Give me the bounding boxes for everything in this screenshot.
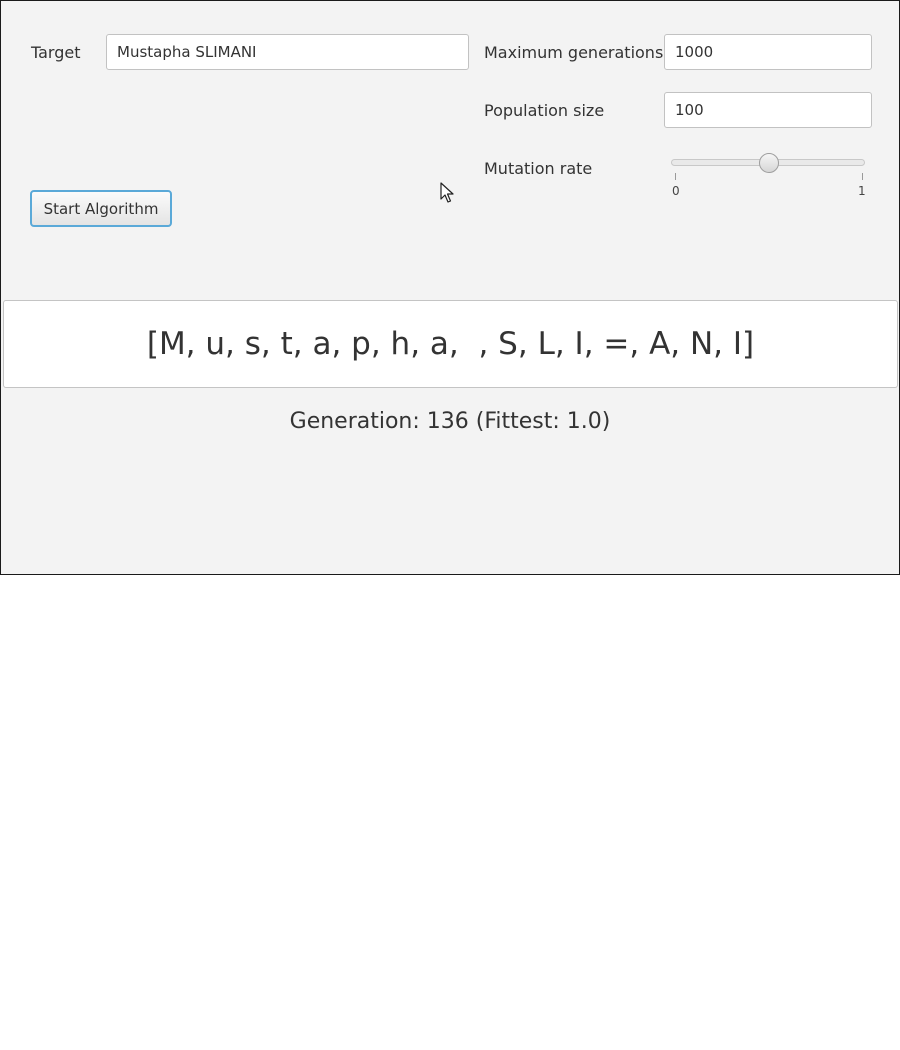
mouse-pointer-icon	[440, 182, 454, 203]
chromosome-text: [M, u, s, t, a, p, h, a, , S, L, I, =, A…	[146, 326, 755, 362]
mutation-rate-slider[interactable]: 0 1	[671, 151, 866, 199]
chromosome-display: [M, u, s, t, a, p, h, a, , S, L, I, =, A…	[3, 300, 898, 388]
slider-tick-max	[862, 173, 863, 180]
start-algorithm-button[interactable]: Start Algorithm	[30, 190, 172, 227]
slider-tick-min	[675, 173, 676, 180]
genetic-algorithm-window: Target Maximum generations Population si…	[0, 0, 900, 575]
max-generations-label: Maximum generations	[484, 43, 664, 62]
target-label: Target	[31, 43, 81, 62]
target-input[interactable]	[106, 34, 469, 70]
mutation-rate-label: Mutation rate	[484, 159, 593, 178]
slider-max-label: 1	[858, 184, 866, 198]
slider-min-label: 0	[672, 184, 680, 198]
population-size-label: Population size	[484, 101, 605, 120]
slider-thumb[interactable]	[758, 153, 779, 173]
generation-status-text: Generation: 136 (Fittest: 1.0)	[289, 409, 611, 434]
population-size-input[interactable]	[664, 92, 872, 128]
max-generations-input[interactable]	[664, 34, 872, 70]
